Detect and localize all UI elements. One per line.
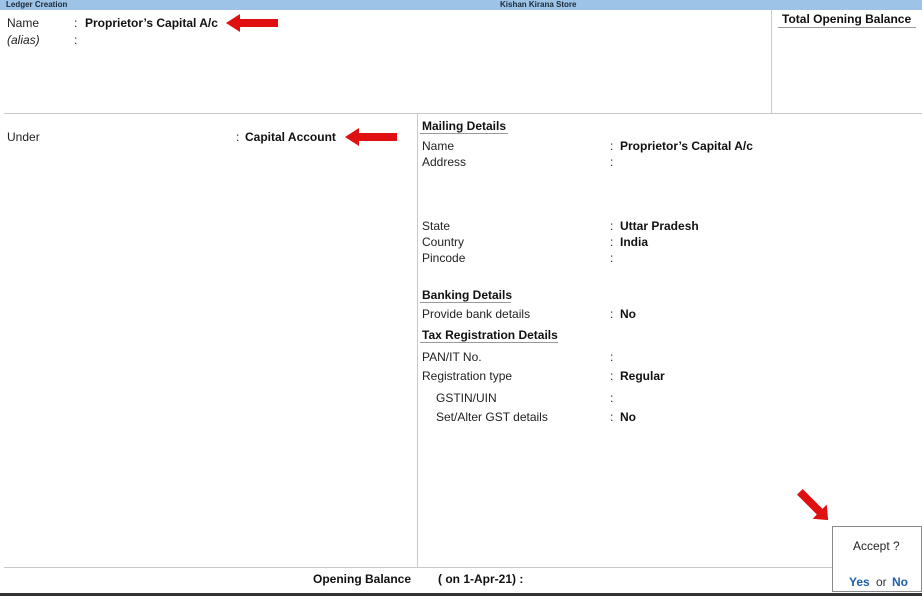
panel-divider [417, 114, 418, 567]
banking-details-heading: Banking Details [422, 288, 513, 302]
pincode-colon: : [610, 251, 614, 265]
address-label: Address [422, 155, 467, 169]
accept-or-text: or [876, 575, 887, 589]
pan-label: PAN/IT No. [422, 350, 482, 364]
under-colon: : [236, 130, 240, 144]
mailing-name-colon: : [610, 139, 614, 153]
pincode-label: Pincode [422, 251, 466, 265]
country-colon: : [610, 235, 614, 249]
pan-field[interactable] [620, 349, 770, 363]
alias-label: (alias) [7, 33, 40, 47]
provide-bank-details-field[interactable]: No [620, 307, 636, 321]
mailing-heading-underline [420, 133, 508, 134]
tax-heading-underline [420, 342, 558, 343]
opening-balance-field[interactable] [530, 571, 650, 585]
mailing-name-field[interactable]: Proprietor’s Capital A/c [620, 139, 753, 153]
address-field[interactable] [620, 154, 820, 168]
company-name: Kishan Kirana Store [500, 0, 577, 9]
set-alter-gst-field[interactable]: No [620, 410, 636, 424]
total-opening-balance-heading: Total Opening Balance [782, 12, 912, 26]
alias-colon: : [74, 33, 78, 47]
country-field[interactable]: India [620, 235, 648, 249]
under-label: Under [7, 130, 40, 144]
registration-type-colon: : [610, 369, 614, 383]
mailing-name-label: Name [422, 139, 455, 153]
footer-separator [4, 567, 832, 568]
balance-heading-underline [778, 27, 916, 28]
accept-yes-button[interactable]: Yes [849, 575, 870, 589]
opening-balance-label: Opening Balance [313, 572, 412, 586]
pan-colon: : [610, 350, 614, 364]
name-label: Name [7, 16, 40, 30]
accept-question: Accept ? [853, 539, 900, 553]
state-field[interactable]: Uttar Pradesh [620, 219, 699, 233]
alias-field[interactable] [85, 32, 285, 46]
left-arrow-icon [226, 14, 278, 32]
gstin-colon: : [610, 391, 614, 405]
left-arrow-icon [345, 128, 397, 146]
balance-box-divider [771, 10, 772, 113]
provide-bank-details-label: Provide bank details [422, 307, 531, 321]
opening-balance-date: ( on 1-Apr-21) : [438, 572, 524, 586]
mailing-details-heading: Mailing Details [422, 119, 507, 133]
header-separator [4, 113, 922, 114]
name-colon: : [74, 16, 78, 30]
under-field[interactable]: Capital Account [245, 130, 336, 144]
banking-heading-underline [420, 302, 511, 303]
set-alter-gst-colon: : [610, 410, 614, 424]
name-field[interactable]: Proprietor’s Capital A/c [85, 16, 218, 30]
title-bar: Ledger Creation Kishan Kirana Store [0, 0, 922, 10]
state-label: State [422, 219, 451, 233]
gstin-label: GSTIN/UIN [436, 391, 497, 405]
down-right-arrow-icon [797, 489, 829, 521]
country-label: Country [422, 235, 465, 249]
state-colon: : [610, 219, 614, 233]
tax-registration-heading: Tax Registration Details [422, 328, 558, 342]
registration-type-label: Registration type [422, 369, 513, 383]
set-alter-gst-label: Set/Alter GST details [436, 410, 548, 424]
gstin-field[interactable] [620, 390, 770, 404]
registration-type-field[interactable]: Regular [620, 369, 665, 383]
provide-bank-details-colon: : [610, 307, 614, 321]
accept-no-button[interactable]: No [892, 575, 908, 589]
accept-dialog: Accept ? Yes or No [832, 526, 922, 592]
screen-title: Ledger Creation [6, 0, 68, 9]
address-colon: : [610, 155, 614, 169]
pincode-field[interactable] [620, 250, 740, 264]
